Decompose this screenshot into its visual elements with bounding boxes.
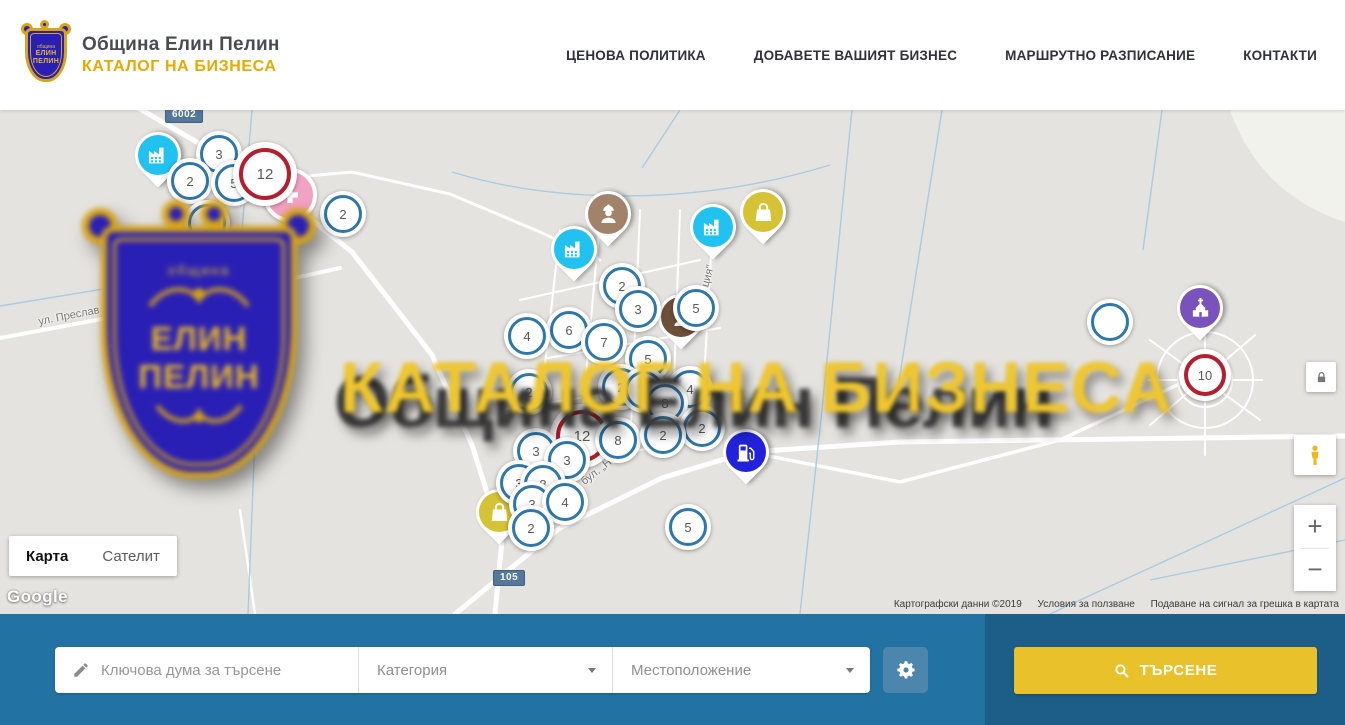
pencil-icon <box>72 661 90 679</box>
municipality-crest-icon: община ЕЛИН ПЕЛИН <box>22 24 70 86</box>
advanced-search-button[interactable] <box>883 647 928 693</box>
cluster-marker[interactable]: 2 <box>508 505 554 551</box>
google-logo[interactable]: Google <box>7 587 68 607</box>
search-bar: Категория Местоположение ТЪРСЕНЕ <box>0 614 1345 725</box>
watermark-crest-line2: ПЕЛИН <box>138 358 259 396</box>
pegman-icon <box>1304 443 1326 467</box>
nav-item-4[interactable]: КОНТАКТИ <box>1243 48 1317 63</box>
cluster-count: 12 <box>239 148 291 200</box>
road-badge: 105 <box>493 570 525 586</box>
crest-name-line1: ЕЛИН <box>36 50 57 58</box>
gear-icon <box>895 659 917 681</box>
factory-icon <box>145 142 172 169</box>
pin-dot <box>554 229 594 269</box>
bag-icon <box>750 199 777 226</box>
cluster-marker[interactable] <box>1087 299 1133 345</box>
cluster-count: 2 <box>171 162 209 200</box>
search-icon <box>1113 662 1130 679</box>
cluster-marker[interactable]: 5 <box>673 285 719 331</box>
pin-dot <box>743 192 783 232</box>
main-nav: ЦЕНОВА ПОЛИТИКА ДОБАВЕТЕ ВАШИЯТ БИЗНЕС МАР… <box>566 48 1317 63</box>
map-type-map-button[interactable]: Карта <box>9 536 85 576</box>
cluster-count: 2 <box>324 195 362 233</box>
map-type-control: Карта Сателит <box>9 536 177 576</box>
factory-icon <box>561 236 588 263</box>
location-select[interactable]: Местоположение <box>612 647 870 693</box>
keyword-segment <box>55 647 358 693</box>
attribution-copyright: Картографски данни ©2019 <box>894 599 1022 610</box>
cluster-marker[interactable]: 3 <box>615 286 661 332</box>
cluster-count: 4 <box>546 483 584 521</box>
brand-logo[interactable]: община ЕЛИН ПЕЛИН Община Елин Пелин КАТА… <box>22 24 280 86</box>
search-button[interactable]: ТЪРСЕНЕ <box>1014 647 1317 694</box>
watermark-crest: община ЕЛИН ПЕЛИН <box>84 210 314 495</box>
watermark-subtitle: КАТАЛОГ НА БИЗНЕСА <box>340 348 1173 429</box>
map-type-satellite-button[interactable]: Сателит <box>85 536 177 576</box>
site-subtitle: КАТАЛОГ НА БИЗНЕСА <box>82 58 280 76</box>
church-icon <box>1187 295 1214 322</box>
cluster-count: 5 <box>677 289 715 327</box>
chevron-down-icon <box>588 668 596 673</box>
pin-dot <box>693 207 733 247</box>
cluster-marker[interactable]: 2 <box>167 158 213 204</box>
lock-icon <box>1314 370 1329 385</box>
keyword-input[interactable] <box>101 662 341 679</box>
crest-name-line2: ПЕЛИН <box>33 58 59 66</box>
pin-dot <box>1180 288 1220 328</box>
cluster-count <box>1091 303 1129 341</box>
nav-item-1[interactable]: ЦЕНОВА ПОЛИТИКА <box>566 48 706 63</box>
cluster-marker[interactable]: 10 <box>1179 349 1231 401</box>
nav-item-3[interactable]: МАРШРУТНО РАЗПИСАНИЕ <box>1005 48 1195 63</box>
cluster-count: 5 <box>669 508 707 546</box>
cluster-marker[interactable]: 12 <box>233 142 297 206</box>
watermark-crest-top-text: община <box>168 262 231 278</box>
road-badge: 6002 <box>165 110 203 123</box>
page: община ЕЛИН ПЕЛИН Община Елин Пелин КАТА… <box>0 0 1345 725</box>
search-bar-left: Категория Местоположение <box>0 614 985 725</box>
site-title: Община Елин Пелин <box>82 34 280 56</box>
search-input-group: Категория Местоположение <box>55 647 870 693</box>
header: община ЕЛИН ПЕЛИН Община Елин Пелин КАТА… <box>0 0 1345 110</box>
zoom-control: + − <box>1294 505 1336 591</box>
category-select[interactable]: Категория <box>358 647 612 693</box>
cluster-count: 2 <box>512 509 550 547</box>
crest-flourish <box>144 282 254 314</box>
search-bar-right: ТЪРСЕНЕ <box>985 614 1345 725</box>
attribution-terms-link[interactable]: Условия за ползване <box>1038 599 1135 610</box>
zoom-out-button[interactable]: − <box>1294 549 1336 592</box>
nav-item-2[interactable]: ДОБАВЕТЕ ВАШИЯТ БИЗНЕС <box>754 48 957 63</box>
cluster-count: 10 <box>1184 354 1226 396</box>
cluster-marker[interactable]: 5 <box>665 504 711 550</box>
watermark-crest-line1: ЕЛИН <box>151 320 248 358</box>
worker-icon <box>595 201 622 228</box>
map-canvas[interactable]: ул. Преславбул. „Новоселция"6002105 3251… <box>0 110 1345 614</box>
cluster-marker[interactable]: 2 <box>320 191 366 237</box>
pin-dot <box>588 194 628 234</box>
pegman-button[interactable] <box>1294 435 1336 475</box>
crest-flourish-bottom <box>151 400 247 428</box>
factory-icon <box>700 214 727 241</box>
cluster-count: 3 <box>619 290 657 328</box>
zoom-in-button[interactable]: + <box>1294 505 1336 548</box>
attribution-report-link[interactable]: Подаване на сигнал за грешка в картата <box>1151 599 1339 610</box>
map-attribution: Картографски данни ©2019 Условия за полз… <box>881 599 1339 610</box>
chevron-down-icon <box>846 668 854 673</box>
lock-button[interactable] <box>1306 362 1336 392</box>
